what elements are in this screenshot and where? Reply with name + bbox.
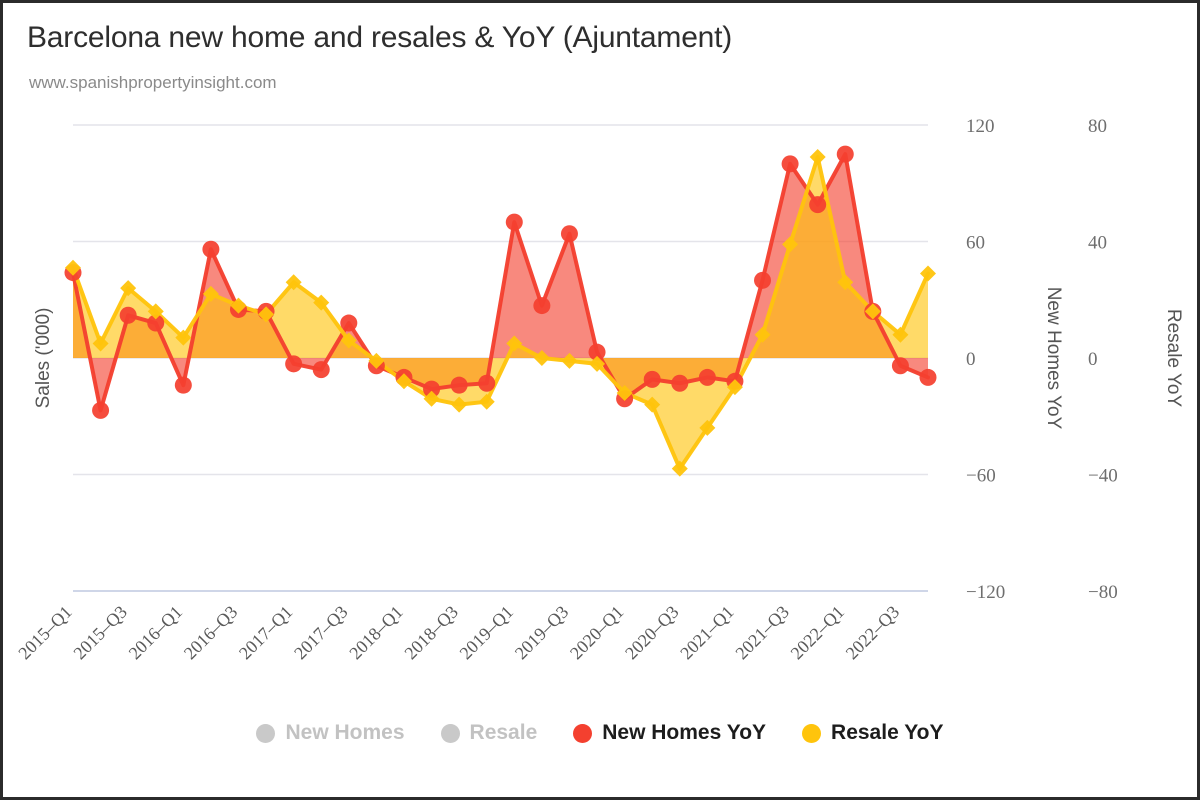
legend-swatch-icon <box>440 723 460 743</box>
data-point-marker[interactable]: New Homes YoY 2019-Q3: 64% <box>560 225 578 243</box>
legend-swatch-icon <box>573 723 593 743</box>
data-point-marker[interactable]: Resale YoY 2022-Q4: 29% <box>920 265 936 282</box>
y-axis-tick-label-new-homes: −120 <box>966 582 1005 603</box>
data-point-marker[interactable]: New Homes YoY 2019-Q1: 70% <box>505 213 523 231</box>
legend-item-label: Resale YoY <box>831 721 944 744</box>
data-point-marker[interactable]: New Homes YoY 2020-Q4: -10% <box>698 368 716 386</box>
data-point-marker[interactable]: New Homes YoY 2018-Q4: -13% <box>478 374 496 392</box>
data-point-marker[interactable]: New Homes YoY 2019-Q2: 27% <box>533 297 551 315</box>
legend-item-new-homes-yoy[interactable]: New Homes YoY <box>573 721 766 745</box>
legend-swatch-icon <box>256 723 276 743</box>
data-point-marker[interactable]: New Homes YoY 2016-Q1: -14% <box>174 376 192 394</box>
x-axis-tick-label: 2017–Q1 <box>235 602 297 664</box>
chart-page: Barcelona new home and resales & YoY (Aj… <box>0 0 1200 800</box>
data-point-marker[interactable]: New Homes YoY 2017-Q3: 18% <box>340 314 358 332</box>
data-point-marker[interactable]: New Homes YoY 2015-Q2: -27% <box>92 401 110 419</box>
y-axis-title-resale-yoy: Resale YoY <box>1163 309 1184 408</box>
data-point-marker[interactable]: New Homes YoY 2021-Q4: 79% <box>809 196 827 214</box>
legend-item-resale-yoy[interactable]: Resale YoY <box>802 721 944 745</box>
data-point-marker[interactable]: Resale YoY 2021-Q4: 69% <box>809 149 826 166</box>
x-axis-tick-label: 2015–Q1 <box>14 602 76 664</box>
x-axis-tick-label: 2019–Q3 <box>511 602 573 664</box>
y-axis-tick-label-resale: 80 <box>1088 116 1107 137</box>
data-point-marker[interactable]: New Homes YoY 2022-Q1: 105% <box>836 145 854 163</box>
legend-swatch-icon <box>802 723 822 743</box>
y-axis-tick-label-resale: 0 <box>1088 349 1098 370</box>
data-point-marker[interactable]: New Homes YoY 2020-Q2: -11% <box>643 370 661 388</box>
y-axis-tick-label-new-homes: −60 <box>966 466 996 487</box>
y-axis-tick-label-resale: 40 <box>1088 233 1107 254</box>
y-axis-title-new-homes-yoy: New Homes YoY <box>1043 287 1064 430</box>
x-axis-tick-label: 2016–Q1 <box>125 602 187 664</box>
y-axis-tick-label-new-homes: 60 <box>966 233 985 254</box>
x-axis-tick-label: 2020–Q3 <box>621 602 683 664</box>
data-point-marker[interactable]: New Homes YoY 2015-Q3: 22% <box>119 306 137 324</box>
y-axis-ticks: 120 60 0 −60 −120 80 40 0 −40 −80 <box>966 116 1118 603</box>
data-point-marker[interactable]: New Homes YoY 2021-Q2: 40% <box>754 271 772 289</box>
y-axis-tick-label-resale: −80 <box>1088 582 1118 603</box>
data-point-marker[interactable]: New Homes YoY 2021-Q3: 100% <box>781 155 799 173</box>
legend-item-label: New Homes <box>285 721 405 744</box>
y-axis-title-sales: Sales ('000) <box>33 308 54 409</box>
data-point-marker[interactable]: New Homes YoY 2018-Q3: -14% <box>450 376 468 394</box>
x-axis-tick-label: 2021–Q1 <box>676 602 738 664</box>
x-axis-ticks: 2015–Q12015–Q32016–Q12016–Q32017–Q12017–… <box>14 602 903 664</box>
legend-item-resale[interactable]: Resale <box>440 721 538 745</box>
data-point-marker[interactable]: New Homes YoY 2017-Q2: -6% <box>312 361 330 379</box>
y-axis-tick-label-new-homes: 120 <box>966 116 995 137</box>
legend-item-label: Resale <box>469 721 538 744</box>
data-point-marker[interactable]: New Homes YoY 2016-Q2: 56% <box>202 240 220 258</box>
legend-item-label: New Homes YoY <box>602 721 767 744</box>
data-point-marker[interactable]: New Homes YoY 2022-Q4: -10% <box>919 368 937 386</box>
y-axis-tick-label-new-homes: 0 <box>966 349 976 370</box>
x-axis-tick-label: 2021–Q3 <box>731 602 793 664</box>
x-axis-tick-label: 2020–Q1 <box>566 602 628 664</box>
legend-item-new-homes[interactable]: New Homes <box>256 721 405 745</box>
x-axis-tick-label: 2022–Q1 <box>787 602 849 664</box>
x-axis-tick-label: 2017–Q3 <box>290 602 352 664</box>
x-axis-tick-label: 2016–Q3 <box>180 602 242 664</box>
x-axis-tick-label: 2019–Q1 <box>456 602 518 664</box>
plot-area: New Homes YoY 2015-Q1: 44%New Homes YoY … <box>3 3 1197 797</box>
data-point-marker[interactable]: New Homes YoY 2017-Q1: -3% <box>285 355 303 373</box>
y-axis-tick-label-resale: −40 <box>1088 466 1118 487</box>
chart-legend[interactable]: New Homes Resale New Homes YoY Resale YoY <box>3 721 1197 745</box>
x-axis-tick-label: 2015–Q3 <box>69 602 131 664</box>
x-axis-tick-label: 2018–Q3 <box>400 602 462 664</box>
data-point-marker[interactable]: New Homes YoY 2022-Q3: -4% <box>891 357 909 375</box>
data-point-marker[interactable]: New Homes YoY 2020-Q3: -13% <box>671 374 689 392</box>
x-axis-tick-label: 2018–Q1 <box>345 602 407 664</box>
chart-svg: New Homes YoY 2015-Q1: 44%New Homes YoY … <box>14 116 1184 664</box>
x-axis-tick-label: 2022–Q3 <box>842 602 904 664</box>
